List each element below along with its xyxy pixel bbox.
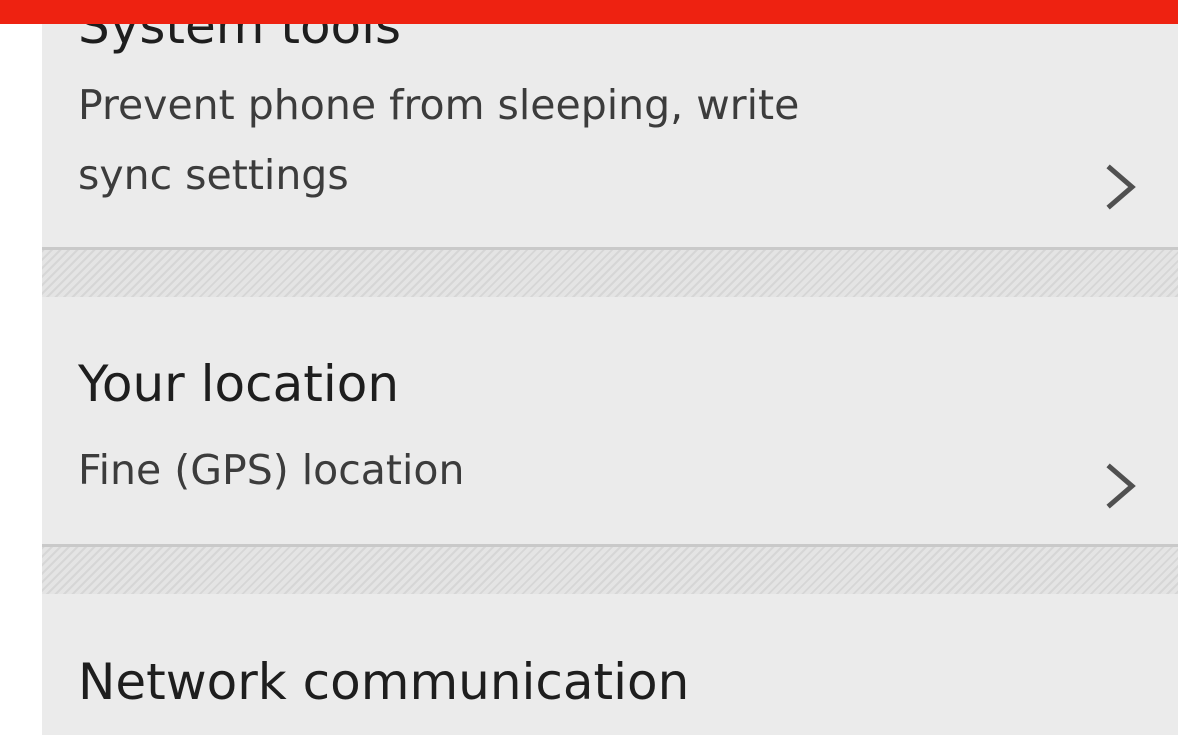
permission-item-title: Your location — [78, 355, 400, 413]
section-divider — [42, 247, 1178, 297]
permission-item-description: sync settings — [78, 151, 349, 199]
permission-item-your-location[interactable]: Your location Fine (GPS) location — [42, 297, 1178, 546]
permission-item-system-tools[interactable]: System tools Prevent phone from sleeping… — [42, 0, 1178, 247]
permission-item-description: Fine (GPS) location — [78, 446, 465, 494]
chevron-right-icon — [1106, 463, 1136, 509]
permission-item-title: Network communication — [78, 653, 690, 711]
section-divider — [42, 544, 1178, 594]
permission-item-description: Prevent phone from sleeping, write — [78, 81, 800, 129]
permission-item-network-communication[interactable]: Network communication — [42, 594, 1178, 735]
permissions-screen: System tools Prevent phone from sleeping… — [0, 0, 1178, 735]
chevron-right-icon — [1106, 164, 1136, 210]
permissions-list: System tools Prevent phone from sleeping… — [42, 0, 1178, 735]
top-accent-bar — [0, 0, 1178, 24]
